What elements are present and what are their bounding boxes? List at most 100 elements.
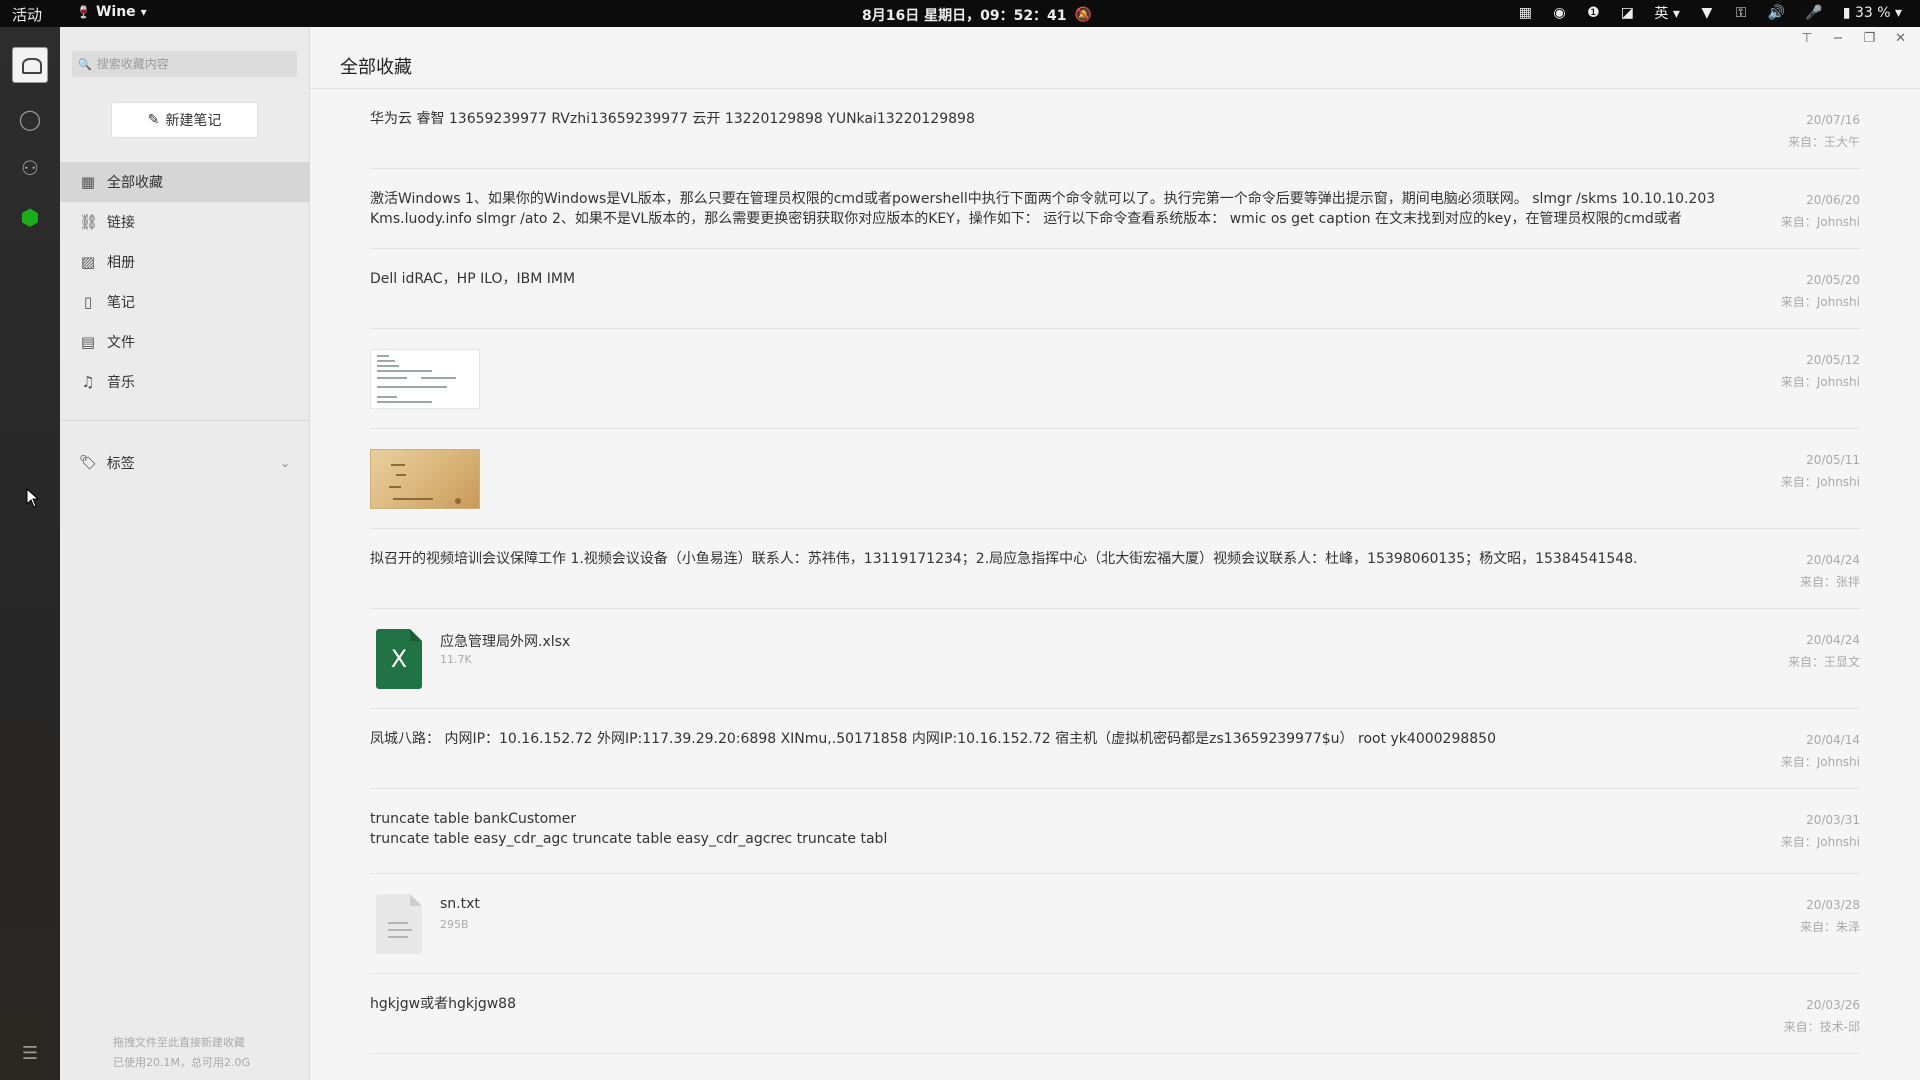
- item-text: 凤城八路： 内网IP：10.16.152.72 外网IP:117.39.29.2…: [370, 731, 1496, 747]
- text-file-icon: [376, 894, 422, 954]
- item-text: Dell idRAC，HP ILO，IBM IMM: [370, 271, 576, 287]
- list-item[interactable]: truncate table bankCustomer truncate tab…: [370, 789, 1860, 874]
- tags-label: 标签: [106, 456, 135, 472]
- maximize-icon[interactable]: ❐: [1863, 31, 1875, 46]
- wine-icon: 🍷: [76, 5, 91, 19]
- list-item[interactable]: 20/05/12 来自：Johnshi: [370, 329, 1860, 429]
- activities-button[interactable]: 活动: [12, 4, 42, 25]
- tags-section[interactable]: 🏷 标签 ⌄: [60, 445, 310, 481]
- nav-item-all[interactable]: ▦ 全部收藏: [60, 162, 310, 202]
- nav-item-label: 链接: [107, 215, 135, 231]
- battery-indicator[interactable]: ▮ 33 % ▾: [1843, 5, 1902, 21]
- file-name: sn.txt: [440, 896, 480, 912]
- note-icon: ▯: [83, 293, 93, 311]
- item-date: 20/04/14: [1806, 733, 1860, 747]
- item-source: 来自：张拌: [1799, 575, 1860, 589]
- item-source: 来自：王显文: [1787, 655, 1860, 669]
- chevron-down-icon[interactable]: ⌄: [280, 456, 290, 470]
- item-date: 20/07/16: [1806, 113, 1860, 127]
- nav-item-files[interactable]: ▤ 文件: [60, 322, 310, 362]
- nav-item-label: 笔记: [107, 295, 135, 311]
- list-item[interactable]: 20/05/11 来自：Johnshi: [370, 429, 1860, 529]
- favorites-cube-icon[interactable]: ⬢: [18, 207, 42, 231]
- favorites-main: 全部收藏 ⊤ − ❐ ✕ 华为云 睿智 13659239977 RVzhi136…: [310, 27, 1920, 1080]
- menu-icon[interactable]: ☰: [18, 1042, 42, 1066]
- divider: [60, 420, 310, 421]
- item-source: 来自：技术-邱: [1783, 1020, 1860, 1034]
- notification-muted-icon: 🔕: [1074, 7, 1092, 23]
- system-tray: ▦ ◉ ❶ ◪ 英 ▾ ▼ ⚿ 🔊 🎤 ▮ 33 % ▾: [1518, 3, 1902, 23]
- search-box[interactable]: 🔍: [72, 51, 297, 77]
- storage-info: 拖拽文件至此直接新建收藏 已使用20.1M，总可用2.0G: [113, 1033, 250, 1073]
- contacts-icon[interactable]: ⚇: [18, 156, 42, 180]
- clock[interactable]: 8月16日 星期日，09：52：41 🔕: [862, 5, 1092, 25]
- app-menu[interactable]: 🍷 Wine ▾: [76, 4, 147, 20]
- item-date: 20/03/31: [1806, 813, 1860, 827]
- new-note-button[interactable]: ✎ 新建笔记: [111, 102, 258, 138]
- file-size: 295B: [440, 918, 469, 931]
- storage-usage: 已使用20.1M，总可用2.0G: [113, 1056, 250, 1069]
- chevron-down-icon: ▾: [140, 5, 147, 19]
- item-date: 20/05/12: [1806, 353, 1860, 367]
- screenshot-thumbnail[interactable]: [370, 349, 480, 409]
- list-item[interactable]: hgkjgw或者hgkjgw88 20/03/26 来自：技术-邱: [370, 974, 1860, 1054]
- item-text: 拟召开的视频培训会议保障工作 1.视频会议设备（小鱼易连）联系人：苏祎伟，131…: [370, 551, 1638, 567]
- image-thumbnail[interactable]: [370, 449, 480, 509]
- nav-item-links[interactable]: ⛓ 链接: [60, 202, 310, 242]
- window-controls: ⊤ − ❐ ✕: [1801, 31, 1906, 46]
- close-icon[interactable]: ✕: [1895, 31, 1906, 46]
- search-input[interactable]: [96, 57, 287, 71]
- list-item[interactable]: sn.txt 295B 20/03/28 来自：朱泽: [370, 874, 1860, 974]
- item-source: 来自：Johnshi: [1780, 475, 1860, 489]
- nav-item-music[interactable]: ♫ 音乐: [60, 362, 310, 402]
- volume-icon[interactable]: 🔊: [1768, 5, 1785, 21]
- app-menu-label: Wine: [95, 4, 136, 20]
- item-source: 来自：朱泽: [1799, 920, 1860, 934]
- nav-item-label: 音乐: [107, 375, 135, 391]
- drag-hint: 拖拽文件至此直接新建收藏: [113, 1036, 245, 1049]
- wifi-icon[interactable]: ▼: [1700, 5, 1714, 21]
- list-item[interactable]: 拟召开的视频培训会议保障工作 1.视频会议设备（小鱼易连）联系人：苏祎伟，131…: [370, 529, 1860, 609]
- vpn-key-icon[interactable]: ⚿: [1734, 5, 1748, 21]
- list-item[interactable]: 激活Windows 1、如果你的Windows是VL版本，那么只要在管理员权限的…: [370, 169, 1860, 249]
- battery-label: 33 %: [1854, 5, 1891, 21]
- list-item[interactable]: Dell idRAC，HP ILO，IBM IMM 20/05/20 来自：Jo…: [370, 249, 1860, 329]
- music-icon: ♫: [81, 373, 95, 391]
- microphone-icon[interactable]: 🎤: [1805, 5, 1822, 21]
- mouse-cursor-icon: [26, 488, 40, 508]
- list-item[interactable]: X 应急管理局外网.xlsx 11.7K 20/04/24 来自：王显文: [370, 609, 1860, 709]
- minimize-icon[interactable]: −: [1833, 31, 1844, 46]
- update-icon[interactable]: ❶: [1586, 5, 1600, 21]
- chrome-app-icon[interactable]: ◉: [1552, 5, 1566, 21]
- item-date: 20/05/20: [1806, 273, 1860, 287]
- item-source: 来自：Johnshi: [1780, 375, 1860, 389]
- user-avatar[interactable]: [12, 47, 48, 83]
- item-source: 来自：王大午: [1787, 135, 1860, 149]
- item-text: 激活Windows 1、如果你的Windows是VL版本，那么只要在管理员权限的…: [370, 191, 1716, 227]
- file-name: 应急管理局外网.xlsx: [440, 634, 571, 650]
- favorites-sidebar: 🔍 ✎ 新建笔记 ▦ 全部收藏 ⛓ 链接 ▨ 相册 ▯ 笔记 ▤ 文件 ♫ 音乐: [60, 27, 310, 1080]
- item-source: 来自：Johnshi: [1780, 295, 1860, 309]
- category-nav: ▦ 全部收藏 ⛓ 链接 ▨ 相册 ▯ 笔记 ▤ 文件 ♫ 音乐: [60, 162, 310, 402]
- chat-icon[interactable]: ◯: [18, 107, 42, 131]
- item-text: 华为云 睿智 13659239977 RVzhi13659239977 云开 1…: [370, 111, 975, 127]
- pin-icon[interactable]: ⊤: [1801, 31, 1812, 46]
- window-list-icon[interactable]: ▦: [1518, 5, 1532, 21]
- input-method-indicator[interactable]: 英 ▾: [1654, 3, 1679, 23]
- nav-item-label: 文件: [107, 335, 135, 351]
- item-date: 20/03/28: [1806, 898, 1860, 912]
- nav-item-notes[interactable]: ▯ 笔记: [60, 282, 310, 322]
- list-item[interactable]: 华为云 睿智 13659239977 RVzhi13659239977 云开 1…: [370, 89, 1860, 169]
- list-item[interactable]: 凤城八路： 内网IP：10.16.152.72 外网IP:117.39.29.2…: [370, 709, 1860, 789]
- item-date: 20/05/11: [1806, 453, 1860, 467]
- favorites-list: 华为云 睿智 13659239977 RVzhi13659239977 云开 1…: [370, 89, 1860, 1054]
- tag-icon: 🏷: [79, 455, 97, 471]
- page-title: 全部收藏: [340, 57, 412, 78]
- nav-item-album[interactable]: ▨ 相册: [60, 242, 310, 282]
- nav-item-label: 全部收藏: [107, 175, 163, 191]
- item-date: 20/03/26: [1806, 998, 1860, 1012]
- screenshot-icon[interactable]: ◪: [1620, 5, 1634, 21]
- grid-icon: ▦: [80, 173, 96, 191]
- item-source: 来自：Johnshi: [1780, 215, 1860, 229]
- item-source: 来自：Johnshi: [1780, 755, 1860, 769]
